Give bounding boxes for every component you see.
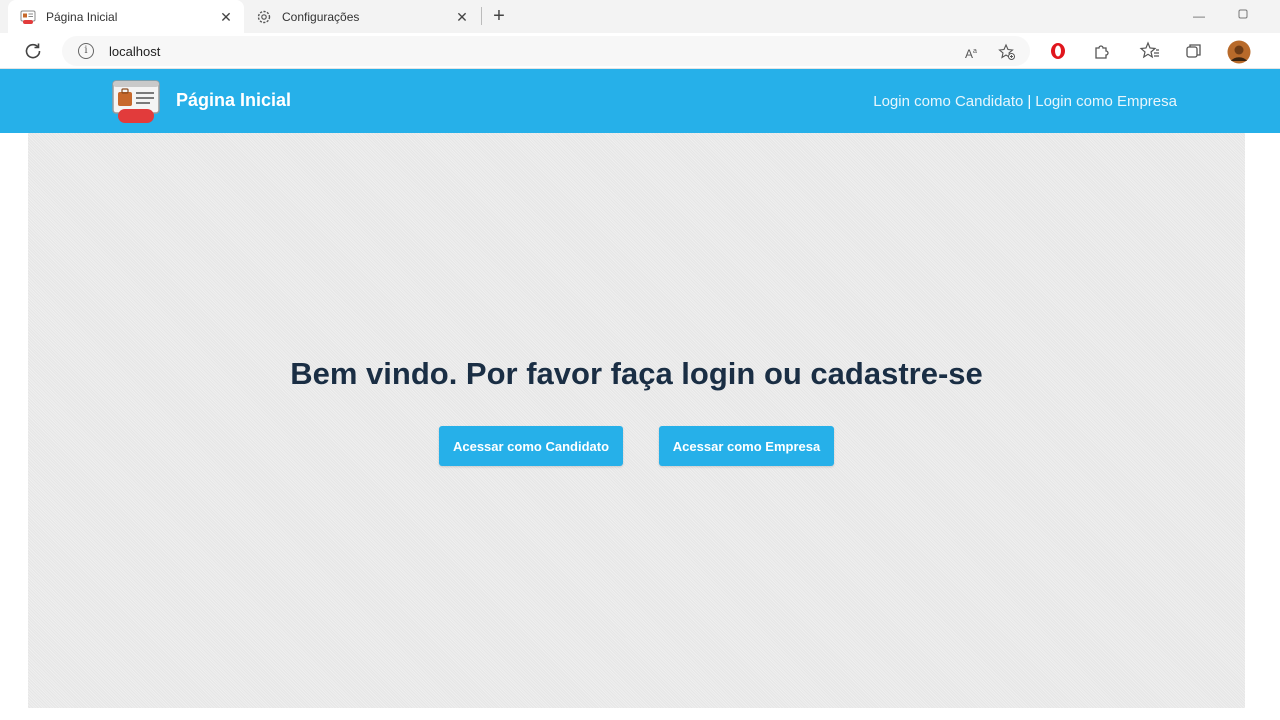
collections-icon[interactable] — [1183, 40, 1205, 62]
tab-divider — [481, 7, 482, 25]
login-candidato-link[interactable]: Login como Candidato — [873, 93, 1023, 110]
address-bar: i localhost Aa — [0, 33, 1280, 69]
login-empresa-link[interactable]: Login como Empresa — [1035, 93, 1177, 110]
tab-pagina-inicial[interactable]: Página Inicial ✕ — [8, 0, 244, 33]
url-bar[interactable]: i localhost Aa — [62, 36, 1030, 66]
reload-icon[interactable] — [22, 40, 44, 62]
tab-title: Página Inicial — [46, 9, 118, 24]
read-aloud-icon[interactable]: Aa — [962, 43, 980, 61]
opera-extension-icon[interactable] — [1047, 40, 1069, 62]
page-title[interactable]: Página Inicial — [176, 90, 291, 111]
main-content: Bem vindo. Por favor faça login ou cadas… — [28, 133, 1245, 708]
nav-separator: | — [1027, 93, 1032, 110]
new-tab-icon[interactable]: + — [488, 5, 510, 27]
acessar-candidato-button[interactable]: Acessar como Candidato — [439, 426, 623, 466]
welcome-heading: Bem vindo. Por favor faça login ou cadas… — [290, 356, 983, 391]
tab-configuracoes[interactable]: Configurações ✕ — [244, 0, 480, 33]
site-navbar: Página Inicial Login como Candidato | Logi… — [0, 69, 1280, 133]
add-favorite-icon[interactable] — [998, 43, 1016, 61]
apply-favicon-icon — [20, 9, 36, 25]
restore-icon[interactable] — [1233, 6, 1253, 26]
minimize-icon[interactable]: — — [1189, 6, 1209, 26]
url-text[interactable]: localhost — [109, 44, 160, 59]
tab-bar: Página Inicial ✕ Configurações ✕ + — — [0, 0, 1280, 33]
extensions-icon[interactable] — [1091, 40, 1113, 62]
gear-icon — [256, 9, 272, 25]
apply-logo[interactable] — [111, 79, 161, 125]
nav-links: Login como Candidato | Login como Empresa — [873, 93, 1177, 110]
acessar-empresa-button[interactable]: Acessar como Empresa — [659, 426, 834, 466]
close-icon[interactable]: ✕ — [454, 9, 470, 25]
info-icon[interactable]: i — [78, 43, 94, 59]
favorites-icon[interactable] — [1139, 40, 1161, 62]
profile-avatar[interactable] — [1227, 40, 1251, 64]
close-icon[interactable]: ✕ — [218, 9, 234, 25]
tab-title: Configurações — [282, 9, 360, 24]
